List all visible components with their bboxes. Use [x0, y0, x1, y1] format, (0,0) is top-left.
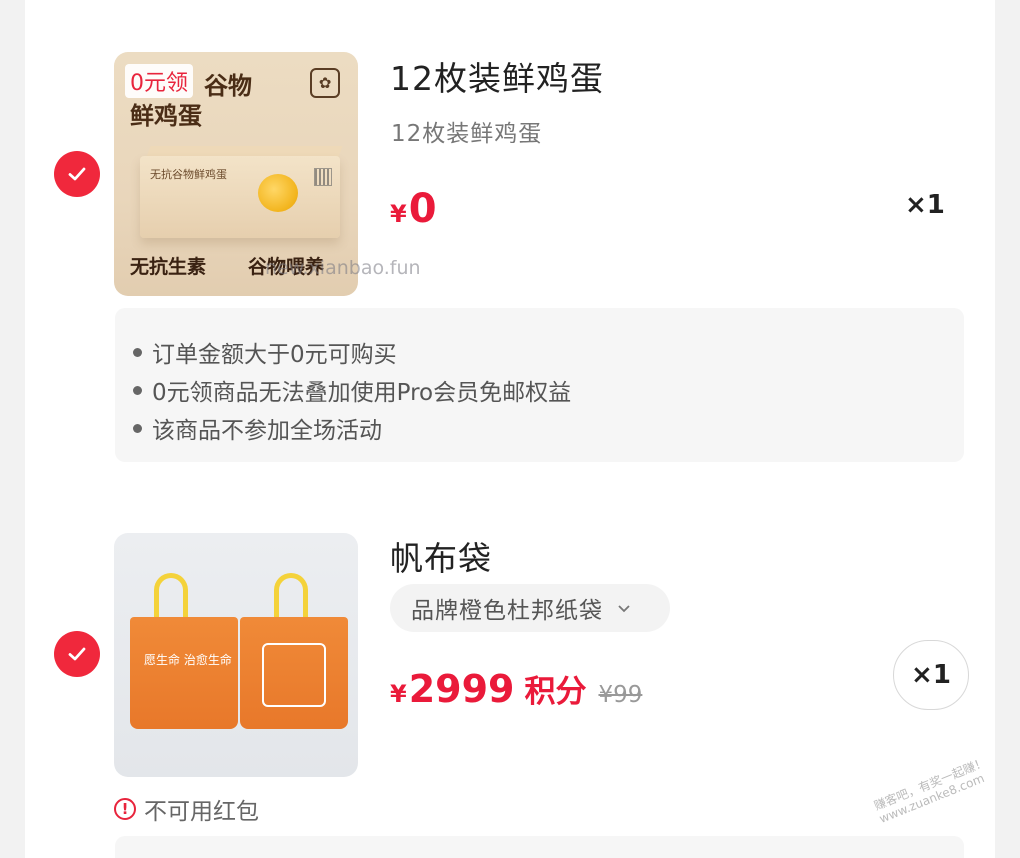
tote-bag-back: [240, 617, 348, 729]
egg-yolk-icon: [258, 174, 298, 212]
watermark: new.xianbao.fun: [265, 257, 421, 279]
free-tag: 0元领: [125, 64, 193, 98]
badge-no-antibiotics: 无抗生素: [130, 256, 207, 278]
note-item: 订单金额大于0元可购买: [133, 335, 397, 369]
brand-logo-icon: ✿: [310, 68, 340, 98]
warning-icon: !: [114, 798, 136, 820]
note-item: 该商品不参加全场活动: [133, 411, 382, 445]
price-unit: 积分: [524, 674, 587, 710]
note-text: 订单金额大于0元可购买: [152, 342, 397, 368]
image-headline-2: 鲜鸡蛋: [130, 102, 202, 130]
variant-label: 品牌橙色杜邦纸袋: [411, 598, 603, 624]
item1-quantity: ×1: [905, 190, 945, 220]
item2-product-image[interactable]: 愿生命 治愈生命: [114, 533, 358, 777]
check-icon: [68, 167, 86, 181]
item1-checkbox[interactable]: [54, 151, 100, 197]
price-value: 0: [408, 186, 437, 232]
next-notes-panel: [115, 836, 964, 858]
price-value: 2999: [408, 667, 515, 711]
item1-title: 12枚装鲜鸡蛋: [390, 59, 604, 98]
item1-spec: 12枚装鲜鸡蛋: [391, 121, 543, 147]
item2-quantity-button[interactable]: ×1: [893, 640, 969, 710]
note-text: 0元领商品无法叠加使用Pro会员免邮权益: [152, 380, 572, 406]
note-item: 0元领商品无法叠加使用Pro会员免邮权益: [133, 373, 571, 407]
box-text: 无抗谷物鲜鸡蛋: [150, 168, 227, 181]
tote-bag-front: 愿生命 治愈生命: [130, 617, 238, 729]
warning-text: 不可用红包: [144, 799, 259, 825]
bag-slogan: 愿生命 治愈生命: [144, 653, 232, 667]
qr-code-icon: [314, 168, 332, 186]
bag-frame-icon: [262, 643, 326, 707]
chevron-down-icon: [617, 598, 631, 619]
item1-price: ¥ 0: [390, 186, 437, 232]
item2-checkbox[interactable]: [54, 631, 100, 677]
egg-box: 无抗谷物鲜鸡蛋: [140, 156, 340, 238]
image-headline: 谷物: [204, 72, 252, 100]
bullet-icon: [133, 385, 142, 395]
item2-price: ¥ 2999 积分 ¥99: [390, 666, 642, 711]
item2-title: 帆布袋: [390, 539, 492, 578]
item2-warning: ! 不可用红包: [114, 792, 259, 826]
bullet-icon: [133, 347, 142, 357]
note-text: 该商品不参加全场活动: [152, 418, 382, 444]
price-symbol: ¥: [390, 200, 407, 228]
item1-notes: 订单金额大于0元可购买 0元领商品无法叠加使用Pro会员免邮权益 该商品不参加全…: [115, 308, 964, 462]
variant-selector[interactable]: 品牌橙色杜邦纸袋: [390, 584, 670, 632]
original-price: ¥99: [598, 682, 643, 708]
check-icon: [68, 647, 86, 661]
price-symbol: ¥: [390, 680, 407, 708]
bullet-icon: [133, 423, 142, 433]
